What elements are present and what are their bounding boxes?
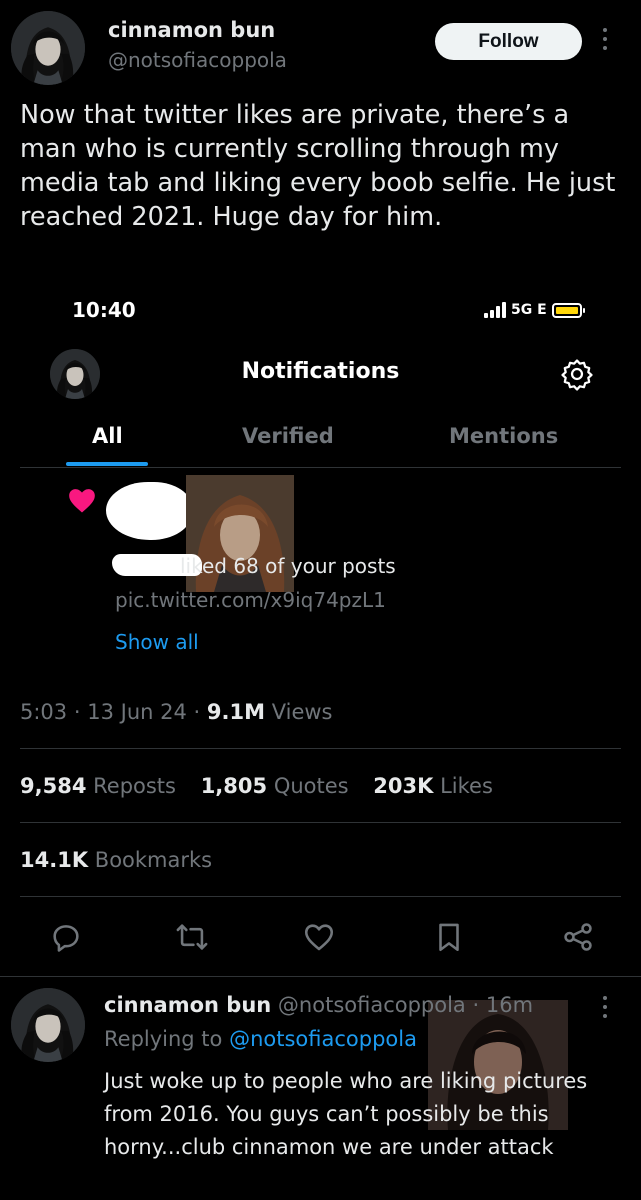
- reply-author-name[interactable]: cinnamon bun: [104, 993, 271, 1017]
- more-options-icon[interactable]: [600, 996, 610, 1024]
- active-tab-indicator: [66, 462, 148, 466]
- engagement-stats: 9,584 Reposts 1,805 Quotes 203K Likes: [20, 774, 493, 798]
- follow-button[interactable]: Follow: [435, 23, 582, 60]
- bookmark-icon[interactable]: [432, 920, 466, 954]
- notifications-title: Notifications: [241, 359, 400, 384]
- author-handle[interactable]: @notsofiacoppola: [108, 48, 287, 72]
- section-divider: [0, 976, 641, 977]
- tweet-text: Now that twitter likes are private, ther…: [20, 100, 616, 232]
- show-all-link: Show all: [115, 630, 199, 654]
- replying-to: Replying to @notsofiacoppola: [104, 1027, 417, 1051]
- divider: [20, 822, 621, 823]
- tab-verified: Verified: [242, 424, 334, 448]
- status-bar-icons: 5G E: [484, 300, 585, 320]
- tweet-date[interactable]: 13 Jun 24: [87, 700, 187, 724]
- reply-author-handle[interactable]: @notsofiacoppola: [278, 993, 466, 1017]
- reply-header: cinnamon bun @notsofiacoppola · 16m: [104, 993, 534, 1017]
- gear-icon: [560, 357, 594, 391]
- like-icon[interactable]: [302, 920, 336, 954]
- status-time: 10:40: [72, 298, 136, 322]
- reply-icon[interactable]: [49, 920, 83, 954]
- redacted-avatar-scribble: [106, 482, 192, 540]
- author-display-name[interactable]: cinnamon bun: [108, 18, 275, 42]
- reply-text: Just woke up to people who are liking pi…: [104, 1069, 588, 1159]
- tweet-meta: 5:03 · 13 Jun 24 · 9.1M Views: [20, 700, 333, 724]
- tweet-media-image[interactable]: 10:40 5G E Notifications All Verified Me…: [20, 282, 621, 675]
- tweet-time[interactable]: 5:03: [20, 700, 67, 724]
- tab-divider: [20, 467, 621, 468]
- divider: [20, 896, 621, 897]
- notification-text: liked 68 of your posts: [180, 554, 396, 578]
- bookmarks-stat[interactable]: 14.1K Bookmarks: [20, 848, 212, 872]
- notification-link: pic.twitter.com/x9iq74pzL1: [115, 588, 386, 612]
- more-options-icon[interactable]: [600, 28, 610, 56]
- repost-icon[interactable]: [175, 920, 209, 954]
- likes-stat[interactable]: 203K Likes: [373, 774, 493, 798]
- divider: [20, 748, 621, 749]
- views-label: Views: [271, 700, 333, 724]
- signal-icon: [484, 302, 506, 318]
- tab-mentions: Mentions: [449, 424, 559, 448]
- reposts-stat[interactable]: 9,584 Reposts: [20, 774, 176, 798]
- network-type: 5G E: [511, 302, 547, 318]
- reply-author-avatar[interactable]: [11, 988, 85, 1062]
- reply-time[interactable]: 16m: [486, 993, 533, 1017]
- author-avatar[interactable]: [11, 11, 85, 85]
- tab-all: All: [92, 424, 123, 448]
- share-icon[interactable]: [561, 920, 595, 954]
- quotes-stat[interactable]: 1,805 Quotes: [201, 774, 349, 798]
- views-count: 9.1M: [206, 700, 266, 724]
- heart-icon: [68, 488, 96, 514]
- replying-to-handle[interactable]: @notsofiacoppola: [229, 1027, 417, 1051]
- battery-icon: [551, 302, 585, 318]
